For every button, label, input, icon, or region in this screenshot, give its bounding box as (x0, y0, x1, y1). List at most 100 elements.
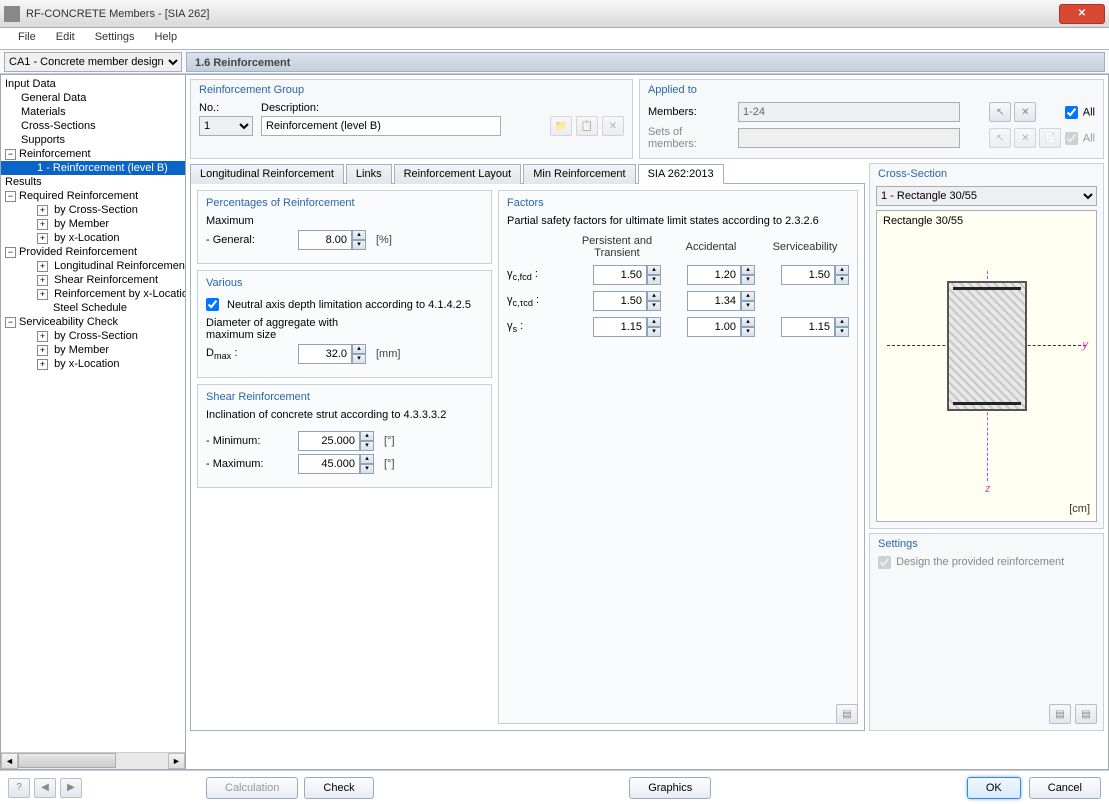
neutral-axis-checkbox[interactable]: Neutral axis depth limitation according … (206, 298, 483, 311)
spinner-buttons[interactable]: ▴▾ (352, 344, 366, 364)
gc-tcd-persistent[interactable] (593, 291, 647, 311)
new-icon: 📄 (1039, 128, 1061, 148)
tree-by-cs[interactable]: + by Cross-Section (1, 203, 185, 217)
expander-icon[interactable]: + (37, 345, 48, 356)
group-number-select[interactable]: 1 (199, 116, 253, 136)
calculation-button[interactable]: Calculation (206, 777, 298, 799)
details-icon[interactable]: ▤ (1075, 704, 1097, 724)
tree-results[interactable]: Results (1, 175, 185, 189)
help-icon[interactable]: ? (8, 778, 30, 798)
tab-sia[interactable]: SIA 262:2013 (638, 164, 724, 184)
factor-row-label: γs : (507, 320, 567, 334)
tree-serv-by-xloc[interactable]: + by x-Location (1, 357, 185, 371)
expander-icon[interactable]: + (37, 219, 48, 230)
tree-by-member[interactable]: + by Member (1, 217, 185, 231)
tab-min[interactable]: Min Reinforcement (523, 164, 635, 184)
info-icon[interactable]: ▤ (1049, 704, 1071, 724)
tree-provided-reinf[interactable]: −Provided Reinforcement (1, 245, 185, 259)
menu-file[interactable]: File (8, 28, 46, 49)
expander-icon[interactable]: − (5, 317, 16, 328)
gc-tcd-accidental[interactable] (687, 291, 741, 311)
prev-icon[interactable]: ◀ (34, 778, 56, 798)
dmax-input[interactable] (298, 344, 352, 364)
sidebar-hscroll[interactable]: ◄ ► (1, 752, 185, 769)
expander-icon[interactable]: + (37, 289, 48, 300)
gc-fcd-accidental[interactable] (687, 265, 741, 285)
expander-icon[interactable]: + (37, 275, 48, 286)
tree-steel-schedule[interactable]: Steel Schedule (1, 301, 185, 315)
delete-icon[interactable]: ✕ (602, 116, 624, 136)
tab-links[interactable]: Links (346, 164, 392, 184)
reinforcement-group-panel: Reinforcement Group No.: 1 Description: … (190, 79, 633, 159)
tree-supports[interactable]: Supports (1, 133, 185, 147)
ok-button[interactable]: OK (967, 777, 1021, 799)
graphics-button[interactable]: Graphics (629, 777, 711, 799)
shear-max-input[interactable] (298, 454, 360, 474)
tree-general-data[interactable]: General Data (1, 91, 185, 105)
cancel-button[interactable]: Cancel (1029, 777, 1101, 799)
window-title: RF-CONCRETE Members - [SIA 262] (26, 8, 1059, 20)
tree-reinforcement[interactable]: −Reinforcement (1, 147, 185, 161)
close-button[interactable]: ✕ (1059, 4, 1105, 24)
tree-reinf-by-x[interactable]: + Reinforcement by x-Location (1, 287, 185, 301)
shear-min-input[interactable] (298, 431, 360, 451)
expander-icon[interactable]: + (37, 359, 48, 370)
tree-materials[interactable]: Materials (1, 105, 185, 119)
tree-serviceability[interactable]: −Serviceability Check (1, 315, 185, 329)
expander-icon[interactable]: + (37, 261, 48, 272)
check-button[interactable]: Check (304, 777, 373, 799)
gs-service[interactable] (781, 317, 835, 337)
design-provided-checkbox: Design the provided reinforcement (878, 556, 1064, 568)
all-members-checkbox[interactable]: All (1065, 106, 1095, 119)
tree-cross-sections[interactable]: Cross-Sections (1, 119, 185, 133)
expander-icon[interactable]: + (37, 233, 48, 244)
gs-persistent[interactable] (593, 317, 647, 337)
pick-icon[interactable]: ↖ (989, 102, 1011, 122)
menu-edit[interactable]: Edit (46, 28, 85, 49)
case-selector[interactable]: CA1 - Concrete member design (4, 52, 182, 72)
tree-by-xloc[interactable]: + by x-Location (1, 231, 185, 245)
factor-row-label: γc,τcd : (507, 294, 567, 308)
app-icon (4, 6, 20, 22)
tab-strip: Longitudinal Reinforcement Links Reinfor… (190, 163, 865, 184)
spinner-buttons[interactable]: ▴▾ (360, 454, 374, 474)
scroll-right-icon[interactable]: ► (168, 753, 185, 769)
gs-accidental[interactable] (687, 317, 741, 337)
title-bar: RF-CONCRETE Members - [SIA 262] ✕ (0, 0, 1109, 28)
cross-section-select[interactable]: 1 - Rectangle 30/55 (876, 186, 1097, 206)
gc-fcd-persistent[interactable] (593, 265, 647, 285)
folder-open-icon[interactable]: 📁 (550, 116, 572, 136)
spinner-buttons[interactable]: ▴▾ (352, 230, 366, 250)
tree-shear-reinf[interactable]: + Shear Reinforcement (1, 273, 185, 287)
defaults-icon[interactable]: ▤ (836, 704, 858, 724)
tab-layout[interactable]: Reinforcement Layout (394, 164, 522, 184)
clear-icon[interactable]: ✕ (1014, 102, 1036, 122)
tree-required-reinf[interactable]: −Required Reinforcement (1, 189, 185, 203)
tree-long-reinf[interactable]: + Longitudinal Reinforcement (1, 259, 185, 273)
group-description-input[interactable] (261, 116, 501, 136)
tree-input-data[interactable]: Input Data (1, 77, 185, 91)
factors-group: Factors Partial safety factors for ultim… (498, 190, 858, 724)
tree-serv-by-member[interactable]: + by Member (1, 343, 185, 357)
gc-fcd-service[interactable] (781, 265, 835, 285)
tree-reinforcement-item[interactable]: 1 - Reinforcement (level B) (1, 161, 185, 175)
navigator-tree[interactable]: Input Data General Data Materials Cross-… (0, 74, 186, 770)
general-percent-input[interactable] (298, 230, 352, 250)
expander-icon[interactable]: + (37, 205, 48, 216)
footer-bar: ? ◀ ▶ Calculation Check Graphics OK Canc… (0, 770, 1109, 804)
expander-icon[interactable]: + (37, 331, 48, 342)
menu-help[interactable]: Help (144, 28, 187, 49)
next-icon[interactable]: ▶ (60, 778, 82, 798)
expander-icon[interactable]: − (5, 247, 16, 258)
tab-longitudinal[interactable]: Longitudinal Reinforcement (190, 164, 344, 184)
expander-icon[interactable]: − (5, 149, 16, 160)
menu-settings[interactable]: Settings (85, 28, 145, 49)
scroll-left-icon[interactable]: ◄ (1, 753, 18, 769)
spinner-buttons[interactable]: ▴▾ (360, 431, 374, 451)
copy-icon[interactable]: 📋 (576, 116, 598, 136)
various-group: Various Neutral axis depth limitation ac… (197, 270, 492, 378)
cross-section-panel: Cross-Section 1 - Rectangle 30/55 Rectan… (869, 163, 1104, 529)
all-sets-checkbox: All (1065, 132, 1095, 145)
expander-icon[interactable]: − (5, 191, 16, 202)
tree-serv-by-cs[interactable]: + by Cross-Section (1, 329, 185, 343)
